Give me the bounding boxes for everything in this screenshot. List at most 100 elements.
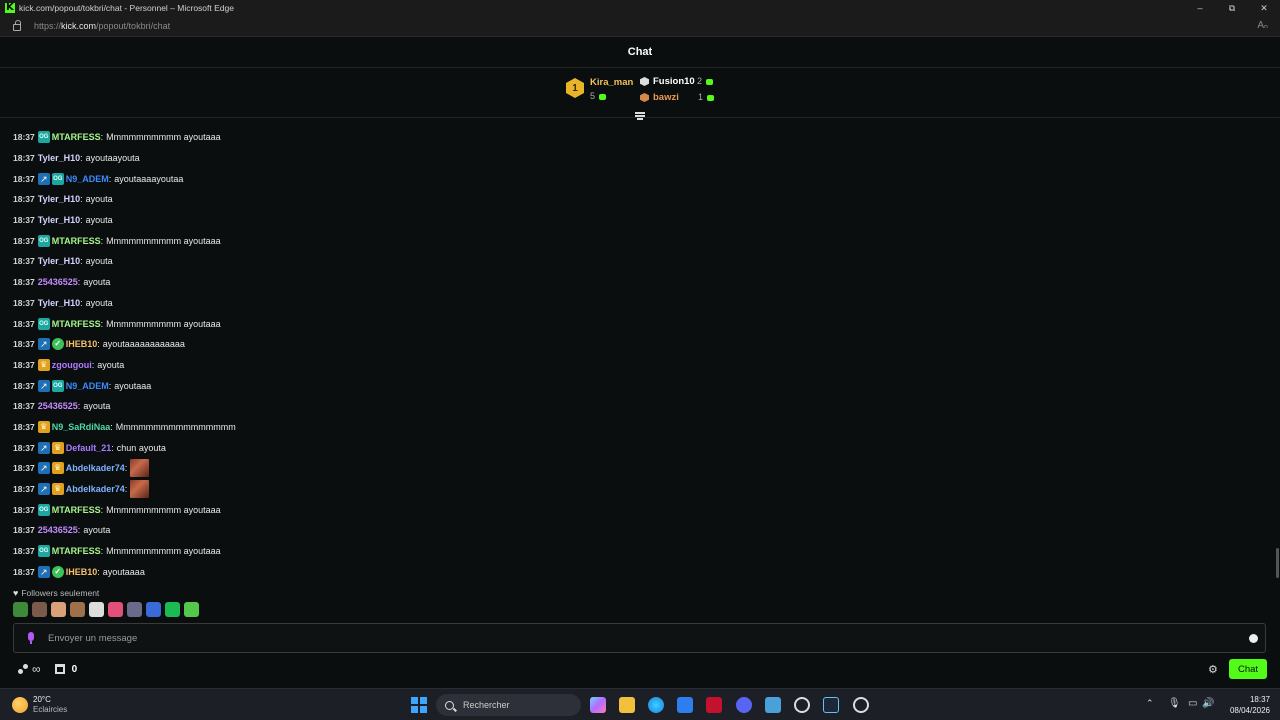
tt-emote[interactable] [89, 602, 104, 617]
message-text: chun ayouta [116, 442, 166, 453]
message-username[interactable]: Default_21 [66, 443, 112, 453]
blue-emote[interactable] [146, 602, 161, 617]
face-emote[interactable] [32, 602, 47, 617]
channel-points[interactable]: 0 [72, 664, 78, 675]
message-input[interactable] [48, 632, 1198, 644]
message-username[interactable]: N9_ADEM [66, 174, 109, 184]
read-aloud-icon[interactable]: Aₙ [1257, 20, 1268, 31]
chat-message: 18:37 Abdelkader74: [13, 458, 1253, 479]
tray-chevron-icon[interactable]: ⌃ [1146, 698, 1154, 709]
chat-scrollbar[interactable] [1276, 548, 1279, 578]
system-clock[interactable]: 18:37 08/04/2026 [1230, 694, 1270, 716]
message-username[interactable]: Tyler_H10 [38, 256, 80, 266]
message-text: Mmmmmmmmmm ayoutaaa [106, 546, 221, 557]
message-username[interactable]: Abdelkader74 [66, 463, 125, 473]
store-icon[interactable] [54, 664, 65, 674]
chat-input-box[interactable] [13, 623, 1266, 653]
message-text: ayoutaayouta [85, 153, 140, 164]
username-separator: : [100, 318, 104, 329]
minimize-button[interactable]: – [1184, 0, 1216, 16]
og-badge-icon [37, 545, 50, 558]
windows-start-icon[interactable] [411, 697, 427, 713]
sword-badge-icon [37, 565, 50, 578]
taskbar-search[interactable]: Rechercher [436, 694, 581, 716]
message-username[interactable]: IHEB10 [66, 567, 98, 577]
microphone-icon[interactable] [26, 632, 36, 644]
windows-taskbar: 20°C Eclaircies Rechercher ⌃ 🎙 ▭ 🔊 18:37… [0, 688, 1280, 720]
pink-emote[interactable] [108, 602, 123, 617]
app-c-icon[interactable] [794, 697, 810, 713]
settings-gear-icon[interactable]: ⚙ [1208, 663, 1218, 676]
close-button[interactable]: ✕ [1248, 0, 1280, 16]
message-text: ayouta [85, 194, 113, 205]
frog-emote[interactable] [13, 602, 28, 617]
message-username[interactable]: Tyler_H10 [38, 215, 80, 225]
username-separator: : [108, 380, 112, 391]
message-text: ayoutaaaa [102, 566, 145, 577]
cat-emote[interactable] [127, 602, 142, 617]
send-chat-button[interactable]: Chat [1229, 659, 1267, 679]
man-emote[interactable] [70, 602, 85, 617]
message-username[interactable]: 25436525 [38, 525, 78, 535]
window-controls: – ⧉ ✕ [1184, 0, 1280, 16]
restore-button[interactable]: ⧉ [1216, 0, 1248, 16]
alien-emote[interactable] [184, 602, 199, 617]
message-username[interactable]: IHEB10 [66, 339, 98, 349]
username-separator: : [124, 463, 128, 474]
network-icon[interactable]: ▭ [1188, 698, 1197, 709]
message-username[interactable]: MTARFESS [52, 319, 101, 329]
username-separator: : [91, 359, 95, 370]
emote-image[interactable] [130, 480, 150, 499]
weather-widget[interactable]: 20°C Eclaircies [12, 695, 67, 715]
message-username[interactable]: 25436525 [38, 277, 78, 287]
store-app-icon[interactable] [677, 697, 693, 713]
app-a-icon[interactable] [706, 697, 722, 713]
message-text: ayouta [85, 297, 113, 308]
rank-2-badge-icon [640, 77, 649, 86]
emote-image[interactable] [130, 459, 150, 478]
leader-2-name[interactable]: Fusion10 [653, 76, 695, 87]
message-text: ayouta [85, 256, 113, 267]
followers-only-label: Followers seulement [21, 588, 100, 598]
message-username[interactable]: MTARFESS [52, 505, 101, 515]
message-text: ayouta [83, 401, 111, 412]
subs-gift-icon[interactable] [18, 663, 29, 675]
tray-mic-icon[interactable]: 🎙 [1168, 698, 1181, 709]
steam-icon[interactable] [823, 697, 839, 713]
spotify-emote[interactable] [165, 602, 180, 617]
url-path: /popout/tokbri/chat [96, 21, 171, 31]
leader-1-value: 5 [590, 91, 607, 101]
lock-icon[interactable] [13, 20, 21, 31]
discord-icon[interactable] [736, 697, 752, 713]
address-bar[interactable]: https://kick.com/popout/tokbri/chat Aₙ [0, 16, 1280, 37]
message-time: 18:37 [13, 359, 35, 370]
leader-3-count: 1 [698, 92, 704, 102]
username-separator: : [77, 525, 81, 536]
app-gear-icon[interactable] [853, 697, 869, 713]
message-username[interactable]: MTARFESS [52, 236, 101, 246]
leader-1-name[interactable]: Kira_man [590, 77, 633, 88]
sword-badge-icon [37, 172, 50, 185]
hand-emote[interactable] [51, 602, 66, 617]
expand-leaderboard-icon[interactable] [635, 112, 645, 120]
volume-icon[interactable]: 🔊 [1202, 698, 1214, 709]
edge-browser-icon[interactable] [648, 697, 664, 713]
copilot-icon[interactable] [590, 697, 606, 713]
message-text: Mmmmmmmmmmmmmmmm [115, 421, 236, 432]
message-username[interactable]: Tyler_H10 [38, 153, 80, 163]
message-username[interactable]: N9_ADEM [66, 381, 109, 391]
leader-3-name[interactable]: bawzi [653, 92, 679, 103]
message-username[interactable]: Abdelkader74 [66, 484, 125, 494]
url-text[interactable]: https://kick.com/popout/tokbri/chat [34, 21, 170, 31]
message-username[interactable]: MTARFESS [52, 132, 101, 142]
file-explorer-icon[interactable] [619, 697, 635, 713]
message-username[interactable]: 25436525 [38, 401, 78, 411]
message-username[interactable]: Tyler_H10 [38, 194, 80, 204]
message-username[interactable]: N9_SaRdiNaa [52, 422, 111, 432]
photos-icon[interactable] [765, 697, 781, 713]
message-username[interactable]: MTARFESS [52, 546, 101, 556]
infinity-icon[interactable]: ∞ [32, 662, 41, 676]
message-username[interactable]: zgougoui [52, 360, 92, 370]
emoji-picker-icon[interactable] [1249, 634, 1258, 643]
message-username[interactable]: Tyler_H10 [38, 298, 80, 308]
